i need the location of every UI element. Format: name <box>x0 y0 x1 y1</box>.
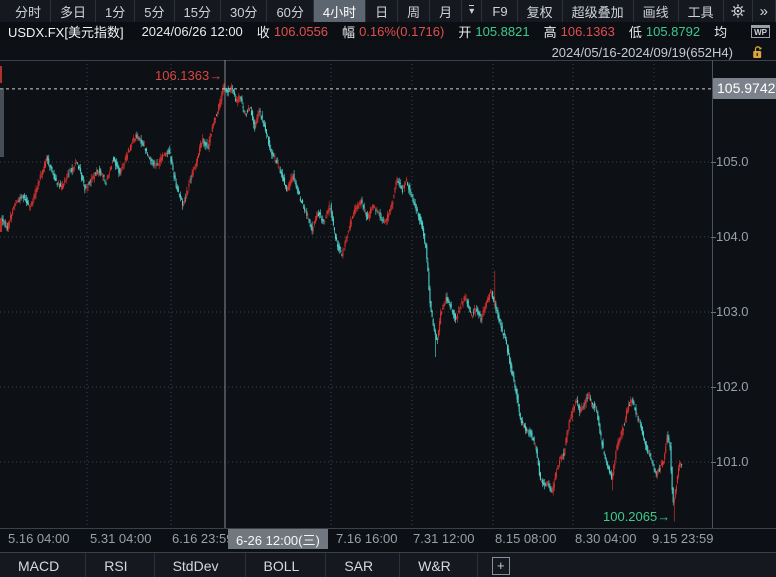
toolbar-action-1[interactable]: 复权 <box>518 0 563 22</box>
average-label[interactable]: 均 <box>714 22 727 41</box>
quote-field-3: 高106.1363 <box>544 22 615 41</box>
left-edge-candle-fragment <box>0 218 2 232</box>
period-tab-8[interactable]: 日 <box>366 0 398 22</box>
indicator-tab-wr[interactable]: W&R <box>400 553 478 577</box>
time-tick-label: 7.16 16:00 <box>336 531 397 546</box>
bar-datetime: 2024/06/26 12:00 <box>142 24 243 39</box>
quote-fields: 收106.0556 幅0.16%(0.1716) 开105.8821 高106.136… <box>243 22 700 41</box>
period-tab-1[interactable]: 多日 <box>51 0 96 22</box>
period-tab-7[interactable]: 4小时 <box>314 0 366 22</box>
quote-field-0: 收106.0556 <box>257 22 328 41</box>
more-chevrons-icon[interactable]: » <box>753 0 776 22</box>
toolbar-action-4[interactable]: 工具 <box>679 0 724 22</box>
crosshair-date-badge: 6-26 12:00(三) <box>228 529 328 549</box>
candlestick-plot[interactable] <box>0 60 712 528</box>
arrow-right-icon: → <box>209 68 222 83</box>
price-tick-mark <box>711 237 716 238</box>
period-toolbar: 分时多日1分5分15分30分60分4小时日周月▾ F9复权超级叠加画线工具 » <box>0 0 776 23</box>
price-tick-label: 102.0 <box>716 379 749 394</box>
price-tick-mark <box>711 462 716 463</box>
quote-infobar: USDX.FX[美元指数] 2024/06/26 12:00 收106.0556… <box>0 22 776 41</box>
toolbar-actions: F9复权超级叠加画线工具 » <box>483 0 776 22</box>
toolbar-action-3[interactable]: 画线 <box>634 0 679 22</box>
time-tick-label: 5.16 04:00 <box>8 531 69 546</box>
period-tab-4[interactable]: 15分 <box>175 0 221 22</box>
trading-terminal-window: 分时多日1分5分15分30分60分4小时日周月▾ F9复权超级叠加画线工具 » U… <box>0 0 776 577</box>
time-tick-label: 8.30 04:00 <box>575 531 636 546</box>
arrow-right-icon: → <box>657 509 670 524</box>
indicator-tab-macd[interactable]: MACD <box>0 553 86 577</box>
visible-range-label: 2024/05/16-2024/09/19(652H4) <box>552 45 733 60</box>
period-tab-6[interactable]: 60分 <box>267 0 313 22</box>
quote-field-2: 开105.8821 <box>458 22 529 41</box>
indicator-tabbar: MACDRSIStdDevBOLLSARW&R + <box>0 552 776 577</box>
time-tick-label: 7.31 12:00 <box>413 531 474 546</box>
left-edge-artifact <box>0 88 4 157</box>
time-axis: 5.16 04:00 5.31 04:00 6.16 23:596-26 12:00… <box>0 529 776 551</box>
price-tick-mark <box>711 387 716 388</box>
toolbar-action-2[interactable]: 超级叠加 <box>563 0 634 22</box>
price-tick-label: 103.0 <box>716 304 749 319</box>
indicator-tab-rsi[interactable]: RSI <box>86 553 154 577</box>
time-tick-label: 8.15 08:00 <box>495 531 556 546</box>
wp-window-icon[interactable]: WP <box>751 25 770 38</box>
price-tick-mark <box>711 162 716 163</box>
period-tab-9[interactable]: 周 <box>398 0 430 22</box>
period-tab-10[interactable]: 月 <box>430 0 462 22</box>
toolbar-action-0[interactable]: F9 <box>483 0 517 22</box>
left-edge-candle-fragment <box>0 66 2 83</box>
period-tab-2[interactable]: 1分 <box>96 0 135 22</box>
time-tick-label: 9.15 23:59 <box>652 531 713 546</box>
indicator-tab-boll[interactable]: BOLL <box>246 553 327 577</box>
quote-field-4: 低105.8792 <box>629 22 700 41</box>
price-tick-mark <box>711 312 716 313</box>
add-indicator-icon[interactable]: + <box>492 557 510 575</box>
session-low-annotation: 100.2065→ <box>603 509 670 524</box>
indicator-tab-stddev[interactable]: StdDev <box>155 553 246 577</box>
gear-icon[interactable] <box>724 0 753 22</box>
price-tick-label: 105.0 <box>716 154 749 169</box>
period-tab-3[interactable]: 5分 <box>135 0 174 22</box>
time-tick-label: 6.16 23:59 <box>172 531 233 546</box>
price-tick-label: 101.0 <box>716 454 749 469</box>
quote-field-1: 幅0.16%(0.1716) <box>342 22 444 41</box>
price-axis-line <box>712 60 713 528</box>
period-dropdown-icon[interactable]: ▾ <box>462 0 482 22</box>
lock-unlocked-icon[interactable] <box>751 46 764 59</box>
period-tab-5[interactable]: 30分 <box>221 0 267 22</box>
indicator-tab-sar[interactable]: SAR <box>326 553 400 577</box>
symbol-label: USDX.FX[美元指数] <box>8 22 124 41</box>
period-tab-0[interactable]: 分时 <box>6 0 51 22</box>
crosshair-price-badge: 105.9742 <box>713 78 776 99</box>
period-tabs: 分时多日1分5分15分30分60分4小时日周月▾ <box>0 0 482 22</box>
price-tick-label: 104.0 <box>716 229 749 244</box>
time-tick-label: 5.31 04:00 <box>90 531 151 546</box>
session-high-annotation: 106.1363→ <box>155 68 222 83</box>
